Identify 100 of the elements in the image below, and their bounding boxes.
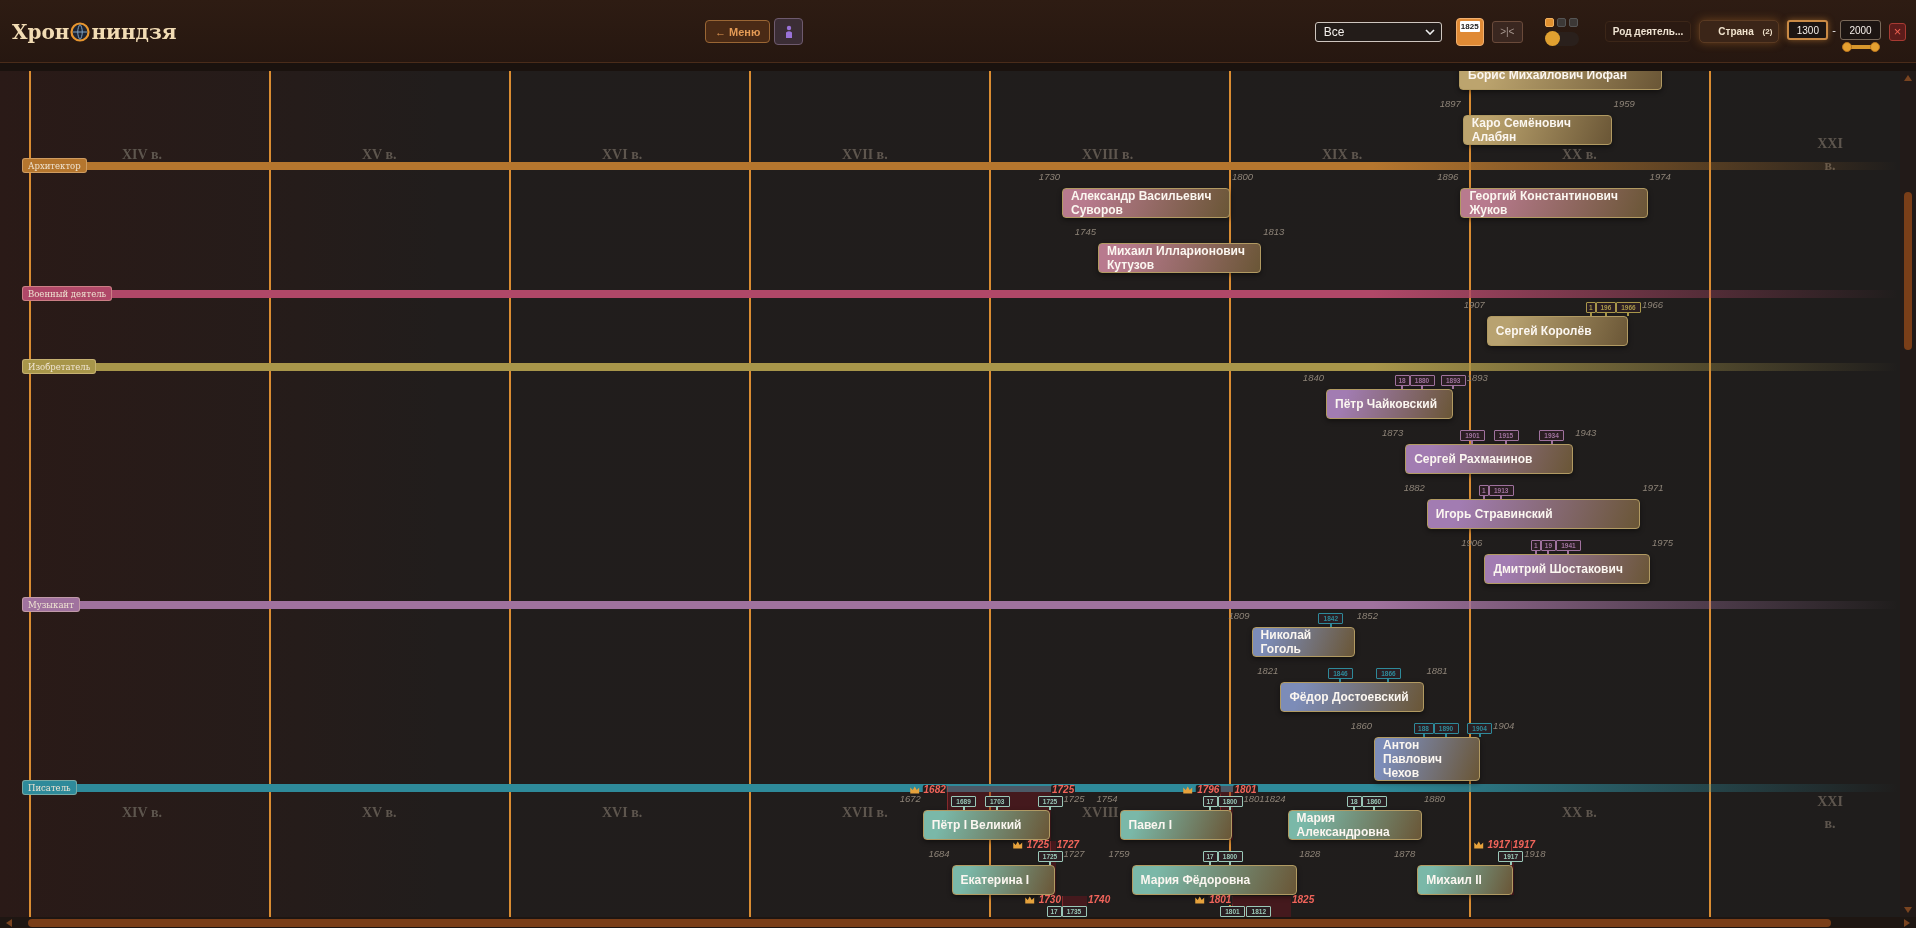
- death-year: 1801: [1243, 793, 1265, 805]
- century-label: XIV в.: [122, 146, 162, 164]
- scroll-up-icon[interactable]: [1904, 75, 1912, 81]
- reign-start-year: 1917: [1486, 840, 1511, 850]
- century-label: XVII в.: [842, 804, 888, 822]
- birth-year: 1873: [1382, 427, 1404, 439]
- death-year: 1959: [1613, 98, 1635, 110]
- person-card[interactable]: Сергей Королёв: [1486, 316, 1629, 346]
- category-label[interactable]: Изобретатель: [22, 359, 97, 374]
- toggle-switch[interactable]: [1544, 31, 1579, 46]
- person-card[interactable]: Георгий Константинович Жуков: [1460, 188, 1648, 218]
- logo-text: ниндзя: [91, 19, 177, 44]
- reign-end-year: 1825: [1291, 895, 1316, 905]
- death-year: 1727: [1063, 848, 1085, 860]
- person-card[interactable]: Дмитрий Шостакович: [1484, 554, 1650, 584]
- century-label: XV в.: [362, 146, 397, 164]
- birth-year: 1821: [1257, 665, 1279, 677]
- range-dash: -: [1832, 24, 1836, 36]
- birth-year: 1860: [1350, 720, 1372, 732]
- century-label: XXI в.: [1816, 793, 1844, 833]
- reign-end-year: 1725: [1051, 785, 1076, 795]
- caret-icon: [1424, 28, 1435, 35]
- person-card[interactable]: Антон Павлович Чехов: [1374, 737, 1480, 781]
- crown-icon: [1473, 841, 1484, 849]
- country-filter-button[interactable]: Страна (2): [1699, 20, 1780, 43]
- reign-end-year: 1740: [1087, 895, 1112, 905]
- century-label: XVI в.: [602, 146, 643, 164]
- death-year: 1881: [1426, 665, 1448, 677]
- death-year: 1971: [1642, 482, 1664, 494]
- category-label[interactable]: Писатель: [22, 780, 77, 795]
- menu-button[interactable]: ← Меню: [705, 20, 771, 43]
- reign-start-year: 1725: [1025, 840, 1050, 850]
- person-card[interactable]: Павел I: [1119, 810, 1233, 840]
- century-label: XX в.: [1562, 146, 1597, 164]
- death-year: 1918: [1524, 848, 1546, 860]
- reign-start-year: 1796: [1196, 785, 1221, 795]
- color-mode-option[interactable]: [1544, 17, 1554, 27]
- person-button[interactable]: [774, 18, 804, 45]
- category-label[interactable]: Музыкант: [22, 597, 80, 612]
- death-year: 1813: [1263, 226, 1285, 238]
- birth-year: 1745: [1074, 226, 1096, 238]
- century-label: XVIII в.: [1082, 146, 1134, 164]
- death-year: 1800: [1232, 171, 1254, 183]
- person-card[interactable]: Игорь Стравинский: [1426, 499, 1641, 529]
- reign-end-year: 1917: [1511, 840, 1537, 850]
- collapse-button[interactable]: >|<: [1491, 20, 1523, 43]
- person-card[interactable]: Фёдор Достоевский: [1280, 682, 1425, 712]
- person-card[interactable]: Николай Гоголь: [1251, 627, 1355, 657]
- color-mode-option[interactable]: [1568, 17, 1578, 27]
- scroll-right-icon[interactable]: [1904, 918, 1910, 927]
- globe-icon: [70, 21, 91, 42]
- year-to-input[interactable]: 2000: [1840, 20, 1881, 40]
- scrollbar-thumb[interactable]: [1904, 192, 1912, 350]
- vertical-scrollbar[interactable]: [1900, 71, 1916, 917]
- person-card[interactable]: Пётр Чайковский: [1326, 389, 1454, 419]
- category-label[interactable]: Архитектор: [22, 158, 87, 173]
- crown-icon: [909, 786, 920, 794]
- scrollbar-thumb[interactable]: [28, 918, 1831, 927]
- year-from-input[interactable]: 1300: [1787, 20, 1829, 40]
- year-range-slider[interactable]: [1842, 42, 1880, 52]
- birth-year: 1840: [1302, 372, 1324, 384]
- birth-year: 1882: [1403, 482, 1425, 494]
- crown-icon: [1012, 841, 1023, 849]
- birth-year: 1730: [1038, 171, 1060, 183]
- reign-end-year: 1801: [1233, 785, 1258, 795]
- crown-icon: [1024, 896, 1035, 904]
- crown-icon: [1195, 896, 1206, 904]
- death-year: 1828: [1299, 848, 1321, 860]
- filter-select[interactable]: Все: [1314, 21, 1442, 42]
- scroll-left-icon[interactable]: [6, 918, 12, 927]
- birth-year: 1672: [899, 793, 921, 805]
- person-card[interactable]: Каро Семёнович Алабян: [1462, 115, 1612, 145]
- close-button[interactable]: ×: [1889, 22, 1906, 41]
- death-year: 1943: [1575, 427, 1597, 439]
- scroll-down-icon[interactable]: [1904, 907, 1912, 913]
- century-label: XIX в.: [1322, 146, 1363, 164]
- color-mode-option[interactable]: [1556, 17, 1566, 27]
- death-year: 1975: [1652, 537, 1674, 549]
- birth-year: 1684: [928, 848, 950, 860]
- century-label: XV в.: [362, 804, 397, 822]
- crown-icon: [1183, 786, 1194, 794]
- category-label[interactable]: Военный деятель: [22, 286, 113, 301]
- century-label: XX в.: [1562, 804, 1597, 822]
- activity-filter-button[interactable]: Род деятель...: [1604, 21, 1692, 42]
- death-year: 1725: [1063, 793, 1085, 805]
- person-card[interactable]: Мария Александровна: [1287, 810, 1422, 840]
- birth-year: 1759: [1108, 848, 1130, 860]
- death-year: 1966: [1641, 299, 1664, 311]
- person-card[interactable]: Мария Фёдоровна: [1131, 865, 1298, 895]
- person-card[interactable]: Пётр I Великий: [922, 810, 1050, 840]
- century-label: XVIII: [1082, 804, 1119, 822]
- century-label: XIV в.: [122, 804, 162, 822]
- person-card[interactable]: Михаил II: [1417, 865, 1514, 895]
- birth-year: 1896: [1437, 171, 1459, 183]
- year-marker-button[interactable]: 1825: [1455, 17, 1484, 46]
- birth-year: 1897: [1439, 98, 1461, 110]
- person-card[interactable]: Михаил Илларионович Кутузов: [1098, 243, 1262, 273]
- person-card[interactable]: Александр Васильевич Суворов: [1062, 188, 1230, 218]
- person-card[interactable]: Екатерина I: [951, 865, 1055, 895]
- person-card[interactable]: Сергей Рахманинов: [1405, 444, 1574, 474]
